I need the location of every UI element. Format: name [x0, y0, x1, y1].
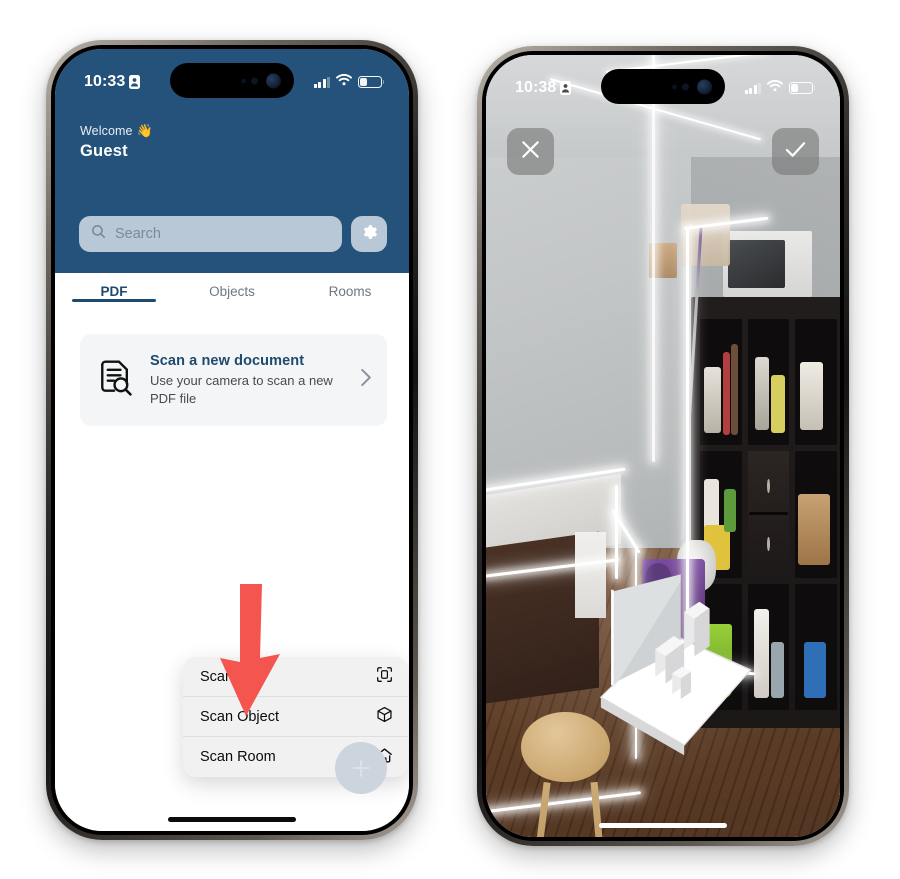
document-scan-icon — [95, 358, 135, 403]
search-row: Search — [79, 216, 387, 252]
cubby — [795, 318, 838, 446]
menu-item-label: Scan Room — [200, 749, 276, 765]
scan-card-subtitle: Use your camera to scan a new PDF file — [150, 373, 333, 406]
plus-icon — [352, 759, 370, 777]
roomplan-edge-vertical-center — [652, 55, 655, 462]
annotation-red-arrow — [206, 582, 292, 725]
cubby — [795, 583, 838, 711]
phone-device-right: 10:38 — [477, 46, 849, 846]
home-indicator-right[interactable] — [599, 823, 727, 828]
phone-screen-right: 10:38 — [486, 55, 840, 837]
search-placeholder: Search — [115, 226, 161, 242]
search-input[interactable]: Search — [79, 216, 342, 252]
floorplan-preview-model[interactable] — [589, 571, 759, 759]
confirm-scan-button[interactable] — [772, 128, 819, 175]
tab-pdf[interactable]: PDF — [55, 273, 173, 302]
add-fab-button[interactable] — [335, 742, 387, 794]
phone-bezel-right: 10:38 — [482, 51, 844, 841]
roomplan-edge-desk-right — [615, 485, 618, 579]
welcome-label: Welcome — [80, 124, 133, 138]
cubby-drawer — [747, 451, 790, 578]
checkmark-icon — [784, 139, 807, 165]
cube-icon — [376, 706, 393, 727]
microwave — [723, 230, 812, 298]
user-name: Guest — [80, 142, 128, 160]
scan-card-text: Scan a new document Use your camera to s… — [150, 353, 345, 407]
welcome-row: Welcome 👋 — [80, 123, 153, 139]
settings-button[interactable] — [351, 216, 387, 252]
scan-card-title: Scan a new document — [150, 353, 305, 370]
content-area: Scan a new document Use your camera to s… — [55, 321, 409, 831]
screenshot-canvas: 10:33 Welcome 👋 Guest Search PDF Objects… — [0, 0, 900, 879]
cubby — [747, 318, 790, 446]
home-indicator-left[interactable] — [168, 817, 296, 822]
close-x-icon — [520, 139, 541, 165]
tab-objects[interactable]: Objects — [173, 273, 291, 299]
dynamic-island-left — [170, 63, 294, 98]
chevron-right-icon — [360, 368, 372, 392]
tab-bar: PDF Objects Rooms — [55, 273, 409, 321]
cubby — [700, 318, 742, 446]
dynamic-island-right — [601, 69, 725, 104]
gear-icon — [360, 223, 378, 246]
document-scan-frame-icon — [376, 666, 393, 687]
cubby — [795, 451, 838, 578]
tab-rooms[interactable]: Rooms — [291, 273, 409, 299]
welcome-block: Welcome 👋 Guest — [80, 123, 153, 161]
search-icon — [91, 224, 106, 244]
cancel-scan-button[interactable] — [507, 128, 554, 175]
waving-hand-icon: 👋 — [136, 123, 153, 138]
scan-new-document-card[interactable]: Scan a new document Use your camera to s… — [80, 334, 387, 426]
